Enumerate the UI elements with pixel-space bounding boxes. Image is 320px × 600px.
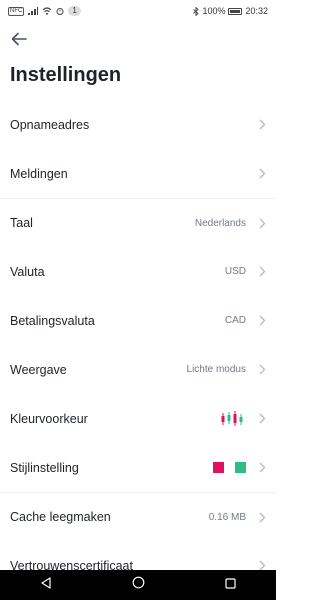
back-button[interactable]: [8, 28, 30, 50]
status-bar: NFC 1 100% 20:32: [0, 0, 276, 22]
setting-label: Opnameadres: [10, 117, 90, 132]
wifi-icon: [42, 7, 52, 15]
system-nav-bar: [0, 570, 276, 600]
setting-value: Lichte modus: [186, 364, 246, 375]
chevron-right-icon: [258, 315, 266, 327]
setting-label: Valuta: [10, 264, 45, 279]
setting-row-clear-cache[interactable]: Cache leegmaken 0.16 MB: [0, 492, 276, 541]
setting-value: 0.16 MB: [208, 511, 246, 523]
setting-value: Nederlands: [194, 217, 246, 229]
setting-label: Cache leegmaken: [10, 510, 111, 524]
signal-icon: [28, 7, 39, 15]
nav-home-icon: [132, 576, 145, 589]
setting-row-language[interactable]: Taal Nederlands: [0, 198, 276, 247]
setting-row-currency[interactable]: Valuta USD: [0, 247, 276, 296]
status-right: 100% 20:32: [193, 6, 268, 16]
setting-row-notifications[interactable]: Meldingen: [0, 149, 276, 198]
setting-label: Weergave: [10, 362, 67, 377]
battery-icon: [228, 7, 243, 15]
chevron-right-icon: [258, 462, 266, 474]
setting-row-payment-currency[interactable]: Betalingsvaluta CAD: [0, 296, 276, 345]
chevron-right-icon: [258, 119, 266, 131]
setting-value: CAD: [224, 315, 246, 326]
setting-row-withdrawal-address[interactable]: Opnameadres: [0, 100, 276, 149]
up-color-swatch: [235, 462, 246, 473]
chevron-right-icon: [258, 364, 266, 376]
down-color-swatch: [213, 462, 224, 473]
setting-row-color-preference[interactable]: Kleurvoorkeur: [0, 394, 276, 443]
nav-back-icon: [41, 577, 51, 589]
nav-back-button[interactable]: [40, 576, 52, 594]
battery-percentage: 100%: [202, 6, 226, 16]
back-arrow-icon: [11, 32, 27, 46]
setting-row-appearance[interactable]: Weergave Lichte modus: [0, 345, 276, 394]
style-swatches: [213, 462, 246, 473]
setting-label: Stijlinstelling: [10, 460, 79, 475]
notification-count: 1: [68, 6, 81, 16]
nav-recents-icon: [225, 578, 236, 589]
chevron-right-icon: [258, 511, 266, 523]
nav-recents-button[interactable]: [225, 576, 236, 594]
setting-label: Meldingen: [10, 166, 68, 181]
bluetooth-icon: [193, 6, 200, 16]
setting-label: Kleurvoorkeur: [10, 411, 88, 426]
nav-home-button[interactable]: [132, 576, 145, 594]
clock: 20:32: [245, 6, 268, 16]
setting-row-style[interactable]: Stijlinstelling: [0, 443, 276, 492]
setting-value: USD: [224, 266, 246, 277]
page-title: Instellingen: [10, 64, 122, 86]
nfc-icon: NFC: [8, 6, 25, 16]
setting-label: Betalingsvaluta: [10, 313, 95, 328]
alarm-icon: [56, 8, 64, 15]
chevron-right-icon: [258, 217, 266, 229]
status-left: NFC 1: [8, 6, 81, 16]
chevron-right-icon: [258, 168, 266, 180]
settings-list: Opnameadres Meldingen Taal Nederlands Va…: [0, 100, 276, 590]
candlestick-icon: [220, 410, 246, 427]
chevron-right-icon: [258, 413, 266, 425]
chevron-right-icon: [258, 266, 266, 278]
setting-label: Taal: [10, 216, 33, 230]
